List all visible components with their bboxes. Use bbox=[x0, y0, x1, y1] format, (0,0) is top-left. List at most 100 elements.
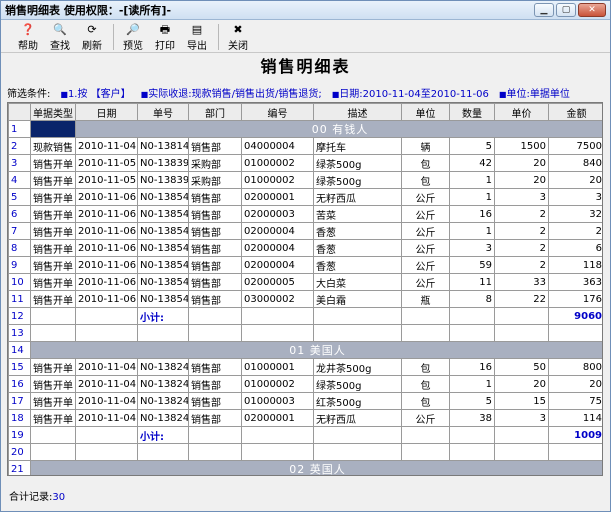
table-cell[interactable]: 32 bbox=[548, 205, 602, 223]
table-cell[interactable]: 15 bbox=[494, 392, 549, 410]
table-cell[interactable]: 3 bbox=[548, 188, 602, 206]
table-row[interactable]: 17 销售开单 2010-11-04 N0-13824 销售部 01000003 红茶500… bbox=[8, 392, 602, 410]
table-cell[interactable]: 3 bbox=[449, 239, 495, 257]
table-cell[interactable]: 采购部 bbox=[188, 171, 242, 189]
table-cell[interactable]: N0-13839 bbox=[137, 154, 189, 172]
table-cell[interactable]: 02000001 bbox=[241, 409, 314, 427]
table-cell[interactable]: 销售部 bbox=[188, 375, 242, 393]
table-cell[interactable]: 2010-11-06 bbox=[75, 290, 138, 308]
table-cell[interactable]: 2 bbox=[494, 222, 549, 240]
table-cell[interactable]: 16 bbox=[449, 358, 495, 376]
table-cell[interactable]: 公斤 bbox=[401, 409, 450, 427]
table-cell[interactable]: 销售开单 bbox=[30, 273, 76, 291]
subtotal-row[interactable]: 19 小计: 1009 bbox=[8, 426, 602, 444]
table-row[interactable]: 16 销售开单 2010-11-04 N0-13824 销售部 01000002 绿茶500… bbox=[8, 375, 602, 393]
table-cell[interactable]: 销售部 bbox=[188, 392, 242, 410]
table-cell[interactable]: 01000002 bbox=[241, 171, 314, 189]
table-cell[interactable]: 02000004 bbox=[241, 239, 314, 257]
table-cell[interactable]: 02000003 bbox=[241, 205, 314, 223]
table-cell[interactable]: 香葱 bbox=[313, 222, 402, 240]
table-cell[interactable]: 20 bbox=[548, 375, 602, 393]
table-cell[interactable]: N0-13854 bbox=[137, 273, 189, 291]
selected-cell[interactable] bbox=[30, 120, 76, 138]
group-row[interactable]: 14 01 美国人 bbox=[8, 341, 602, 359]
table-cell[interactable]: N0-13824 bbox=[137, 358, 189, 376]
table-row[interactable]: 5 销售开单 2010-11-06 N0-13854 销售部 02000001 无籽西瓜 公斤… bbox=[8, 188, 602, 206]
table-cell[interactable]: 龙井茶500g bbox=[313, 358, 402, 376]
table-cell[interactable]: 销售部 bbox=[188, 358, 242, 376]
table-cell[interactable]: 大白菜 bbox=[313, 273, 402, 291]
table-cell[interactable]: 01000002 bbox=[241, 375, 314, 393]
table-cell[interactable]: 销售开单 bbox=[30, 290, 76, 308]
table-cell[interactable]: 2 bbox=[494, 239, 549, 257]
table-row[interactable]: 7 销售开单 2010-11-06 N0-13854 销售部 02000004 香葱 公斤 1 2… bbox=[8, 222, 602, 240]
table-cell[interactable]: 无籽西瓜 bbox=[313, 409, 402, 427]
table-cell[interactable]: 包 bbox=[401, 358, 450, 376]
table-cell[interactable]: 59 bbox=[449, 256, 495, 274]
table-cell[interactable]: 销售开单 bbox=[30, 239, 76, 257]
table-cell[interactable]: 2010-11-06 bbox=[75, 239, 138, 257]
table-cell[interactable]: 包 bbox=[401, 171, 450, 189]
table-cell[interactable]: 销售部 bbox=[188, 205, 242, 223]
table-cell[interactable]: 公斤 bbox=[401, 222, 450, 240]
column-header[interactable]: 数量 bbox=[449, 103, 495, 121]
table-cell[interactable]: 无籽西瓜 bbox=[313, 188, 402, 206]
table-cell[interactable]: N0-13839 bbox=[137, 171, 189, 189]
table-cell[interactable]: 公斤 bbox=[401, 273, 450, 291]
group-row[interactable]: 21 02 英国人 bbox=[8, 460, 602, 475]
table-cell[interactable]: 美白霜 bbox=[313, 290, 402, 308]
table-cell[interactable]: 公斤 bbox=[401, 188, 450, 206]
column-header[interactable]: 部门 bbox=[188, 103, 242, 121]
table-cell[interactable]: 包 bbox=[401, 375, 450, 393]
table-cell[interactable]: 6 bbox=[548, 239, 602, 257]
table-cell[interactable]: 绿茶500g bbox=[313, 375, 402, 393]
table-cell[interactable]: 销售部 bbox=[188, 273, 242, 291]
table-cell[interactable]: 绿茶500g bbox=[313, 154, 402, 172]
table-cell[interactable]: 20 bbox=[548, 171, 602, 189]
table-cell[interactable]: 销售开单 bbox=[30, 409, 76, 427]
table-cell[interactable]: 5 bbox=[449, 137, 495, 155]
table-cell[interactable]: 销售部 bbox=[188, 188, 242, 206]
table-cell[interactable]: 2010-11-06 bbox=[75, 273, 138, 291]
table-cell[interactable]: 01000002 bbox=[241, 154, 314, 172]
table-cell[interactable]: 2010-11-06 bbox=[75, 222, 138, 240]
table-cell[interactable]: 75 bbox=[548, 392, 602, 410]
table-cell[interactable]: 公斤 bbox=[401, 239, 450, 257]
table-cell[interactable]: 现款销售 bbox=[30, 137, 76, 155]
table-cell[interactable]: 销售开单 bbox=[30, 256, 76, 274]
table-cell[interactable]: 01000001 bbox=[241, 358, 314, 376]
table-row[interactable]: 15 销售开单 2010-11-04 N0-13824 销售部 01000001 龙井茶50… bbox=[8, 358, 602, 376]
table-cell[interactable]: 2010-11-06 bbox=[75, 188, 138, 206]
table-cell[interactable]: 363 bbox=[548, 273, 602, 291]
table-cell[interactable]: 红茶500g bbox=[313, 392, 402, 410]
column-header[interactable]: 单价 bbox=[494, 103, 549, 121]
table-cell[interactable]: 包 bbox=[401, 392, 450, 410]
table-cell[interactable]: 2010-11-04 bbox=[75, 358, 138, 376]
table-cell[interactable]: 2010-11-04 bbox=[75, 392, 138, 410]
close-window-button[interactable]: ✕ bbox=[578, 3, 606, 17]
table-cell[interactable]: 20 bbox=[494, 171, 549, 189]
group-row[interactable]: 1 00 有钱人 bbox=[8, 120, 602, 138]
table-cell[interactable]: N0-13854 bbox=[137, 188, 189, 206]
table-cell[interactable]: 1 bbox=[449, 188, 495, 206]
refresh-button[interactable]: ⟳ 刷新 bbox=[77, 21, 107, 52]
table-cell[interactable]: 2 bbox=[494, 205, 549, 223]
table-cell[interactable]: 20 bbox=[494, 154, 549, 172]
table-cell[interactable]: 2010-11-06 bbox=[75, 256, 138, 274]
table-cell[interactable]: 02000005 bbox=[241, 273, 314, 291]
table-cell[interactable]: 50 bbox=[494, 358, 549, 376]
table-row[interactable]: 10 销售开单 2010-11-06 N0-13854 销售部 02000005 大白菜 公斤… bbox=[8, 273, 602, 291]
table-cell[interactable]: 销售开单 bbox=[30, 188, 76, 206]
table-row[interactable]: 18 销售开单 2010-11-04 N0-13824 销售部 02000001 无籽西瓜公… bbox=[8, 409, 602, 427]
table-cell[interactable]: 苦菜 bbox=[313, 205, 402, 223]
table-cell[interactable]: 销售部 bbox=[188, 290, 242, 308]
table-cell[interactable]: 销售部 bbox=[188, 239, 242, 257]
table-cell[interactable]: 销售开单 bbox=[30, 154, 76, 172]
blank-row[interactable]: 13 bbox=[8, 324, 602, 342]
table-cell[interactable]: 3 bbox=[494, 409, 549, 427]
table-row[interactable]: 4 销售开单 2010-11-05 N0-13839 采购部 01000002 绿茶500g… bbox=[8, 171, 602, 189]
table-cell[interactable]: 2010-11-04 bbox=[75, 375, 138, 393]
print-button[interactable]: 🖶 打印 bbox=[150, 21, 180, 52]
table-cell[interactable]: 销售部 bbox=[188, 409, 242, 427]
table-cell[interactable]: 20 bbox=[494, 375, 549, 393]
